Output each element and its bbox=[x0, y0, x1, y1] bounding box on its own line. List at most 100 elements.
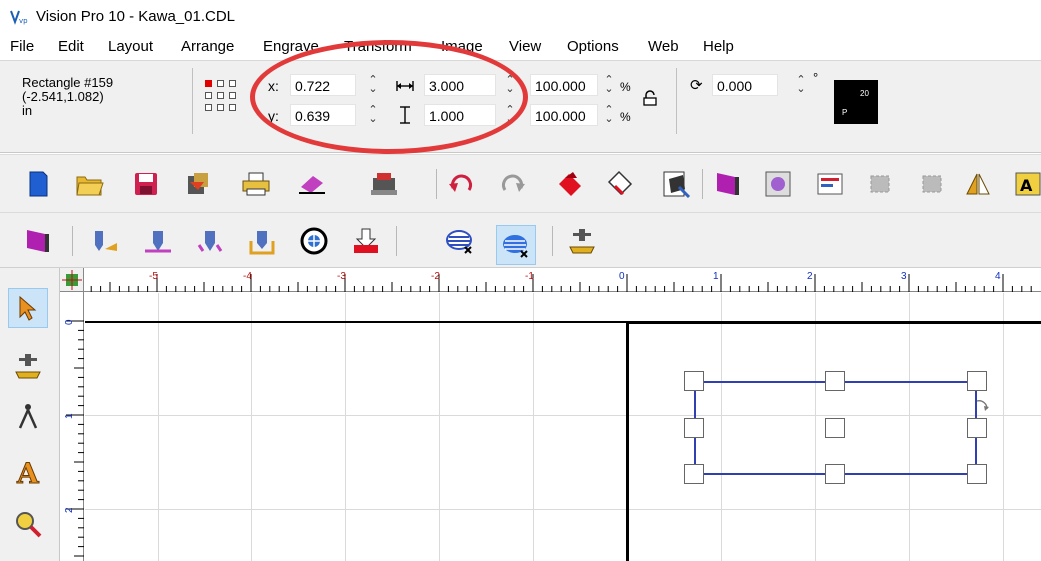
menu-web[interactable]: Web bbox=[648, 38, 679, 55]
menu-arrange[interactable]: Arrange bbox=[181, 38, 234, 55]
compass-draw-icon[interactable] bbox=[8, 396, 48, 436]
resize-handle[interactable] bbox=[825, 464, 845, 484]
x-spinner[interactable]: ⌃ ⌄ bbox=[368, 75, 378, 95]
plate-left-edge bbox=[626, 321, 629, 561]
image-icon[interactable] bbox=[762, 168, 794, 200]
ruler-label: 1 bbox=[713, 271, 719, 282]
resize-handle[interactable] bbox=[967, 464, 987, 484]
design-canvas[interactable] bbox=[85, 293, 1041, 561]
height-input[interactable]: 1.000 bbox=[424, 104, 496, 126]
scale-y-spinner[interactable]: ⌃ ⌄ bbox=[604, 105, 614, 125]
x-position-input[interactable]: 0.722 bbox=[290, 74, 356, 96]
ruler-label: -3 bbox=[337, 271, 346, 282]
width-spinner[interactable]: ⌃ ⌄ bbox=[505, 75, 515, 95]
separator bbox=[436, 169, 437, 199]
engrave-machine-small-icon[interactable] bbox=[566, 225, 598, 257]
rotate-icon: ⟳ bbox=[690, 77, 703, 94]
shape-red-icon[interactable] bbox=[554, 168, 586, 200]
engrave-machine-icon[interactable] bbox=[368, 168, 400, 200]
redo-icon[interactable] bbox=[496, 168, 528, 200]
menu-help[interactable]: Help bbox=[703, 38, 734, 55]
ruler-origin-icon[interactable] bbox=[60, 268, 84, 292]
y-spinner[interactable]: ⌃ ⌄ bbox=[368, 105, 378, 125]
print-icon[interactable] bbox=[240, 168, 272, 200]
engrave-tool-icon[interactable] bbox=[8, 346, 48, 386]
scale-y-percent: % bbox=[620, 110, 631, 124]
ruler-label: 2 bbox=[807, 271, 813, 282]
layer-purple-icon[interactable] bbox=[22, 225, 54, 257]
object-name: Rectangle #159 bbox=[22, 75, 114, 90]
select-arrow-icon[interactable] bbox=[8, 288, 48, 328]
node-edit-icon[interactable] bbox=[660, 168, 692, 200]
tool-palette: A bbox=[0, 268, 60, 561]
engrave-fill-icon[interactable] bbox=[194, 225, 226, 257]
new-document-icon[interactable] bbox=[22, 168, 54, 200]
import-icon[interactable] bbox=[182, 168, 214, 200]
rotate-cursor-icon bbox=[976, 400, 989, 411]
width-input[interactable]: 3.000 bbox=[424, 74, 496, 96]
mirror-icon[interactable] bbox=[962, 168, 994, 200]
eraser-icon[interactable] bbox=[296, 168, 328, 200]
menu-engrave[interactable]: Engrave bbox=[263, 38, 319, 55]
engrave-cut-icon[interactable] bbox=[90, 225, 122, 257]
scale-y-input[interactable]: 100.000 bbox=[530, 104, 598, 126]
menu-layout[interactable]: Layout bbox=[108, 38, 153, 55]
text-tool-icon[interactable]: A bbox=[8, 452, 48, 492]
fill-bucket-icon[interactable] bbox=[604, 168, 636, 200]
anchor-point-selector[interactable] bbox=[203, 78, 263, 128]
horizontal-ruler[interactable]: -5 -4 -3 -2 -1 0 1 2 3 4 bbox=[60, 268, 1041, 292]
y-position-input[interactable]: 0.639 bbox=[290, 104, 356, 126]
menu-image[interactable]: Image bbox=[441, 38, 483, 55]
drill-target-icon[interactable] bbox=[298, 225, 330, 257]
open-folder-icon[interactable] bbox=[74, 168, 106, 200]
center-handle[interactable] bbox=[825, 418, 845, 438]
resize-handle[interactable] bbox=[967, 418, 987, 438]
output-download-icon[interactable] bbox=[350, 225, 382, 257]
height-spinner[interactable]: ⌃ ⌄ bbox=[505, 105, 515, 125]
vertical-ruler-ticks: 0 1 2 bbox=[64, 319, 84, 557]
x-label: x: bbox=[268, 78, 279, 94]
zoom-icon[interactable] bbox=[8, 504, 48, 544]
resize-handle[interactable] bbox=[684, 371, 704, 391]
resize-handle[interactable] bbox=[825, 371, 845, 391]
menu-transform[interactable]: Transform bbox=[344, 38, 412, 55]
weld-disabled-icon[interactable] bbox=[864, 168, 896, 200]
scale-x-spinner[interactable]: ⌃ ⌄ bbox=[604, 75, 614, 95]
engrave-pocket-icon[interactable] bbox=[246, 225, 278, 257]
degree-symbol: ° bbox=[813, 70, 819, 85]
hatch-fill-icon[interactable] bbox=[444, 225, 476, 257]
ruler-label: -2 bbox=[431, 271, 440, 282]
ruler-label: 1 bbox=[64, 413, 75, 419]
menu-edit[interactable]: Edit bbox=[58, 38, 84, 55]
font-size-preview[interactable]: 20 P bbox=[834, 80, 878, 124]
undo-icon[interactable] bbox=[446, 168, 478, 200]
resize-handle[interactable] bbox=[684, 418, 704, 438]
ruler-label: 0 bbox=[64, 319, 75, 325]
text-block-icon[interactable] bbox=[814, 168, 846, 200]
menu-view[interactable]: View bbox=[509, 38, 541, 55]
menu-file[interactable]: File bbox=[10, 38, 34, 55]
text-tool-yellow-icon[interactable]: A bbox=[1012, 168, 1041, 200]
vision-pro-app-icon: vp bbox=[10, 10, 28, 25]
ruler-label: 3 bbox=[901, 271, 907, 282]
rotation-input[interactable]: 0.000 bbox=[712, 74, 778, 96]
y-label: y: bbox=[268, 108, 279, 124]
trim-disabled-icon[interactable] bbox=[916, 168, 948, 200]
hatch-fill-active-icon[interactable] bbox=[496, 225, 536, 265]
resize-handle[interactable] bbox=[967, 371, 987, 391]
separator bbox=[192, 68, 193, 134]
engrave-vcut-icon[interactable] bbox=[142, 225, 174, 257]
main-toolbar: A bbox=[0, 154, 1041, 212]
save-icon[interactable] bbox=[130, 168, 162, 200]
aspect-lock-icon[interactable] bbox=[642, 90, 658, 106]
vertical-ruler[interactable]: 0 1 2 bbox=[60, 292, 84, 561]
menu-bar: File Edit Layout Arrange Engrave Transfo… bbox=[0, 34, 1041, 60]
separator bbox=[552, 226, 553, 256]
rotation-spinner[interactable]: ⌃ ⌄ bbox=[796, 75, 806, 95]
resize-handle[interactable] bbox=[684, 464, 704, 484]
engrave-toolbar bbox=[0, 212, 1041, 268]
purple-layer-icon[interactable] bbox=[712, 168, 744, 200]
scale-x-input[interactable]: 100.000 bbox=[530, 74, 598, 96]
menu-options[interactable]: Options bbox=[567, 38, 619, 55]
window-title: Vision Pro 10 - Kawa_01.CDL bbox=[36, 8, 235, 25]
